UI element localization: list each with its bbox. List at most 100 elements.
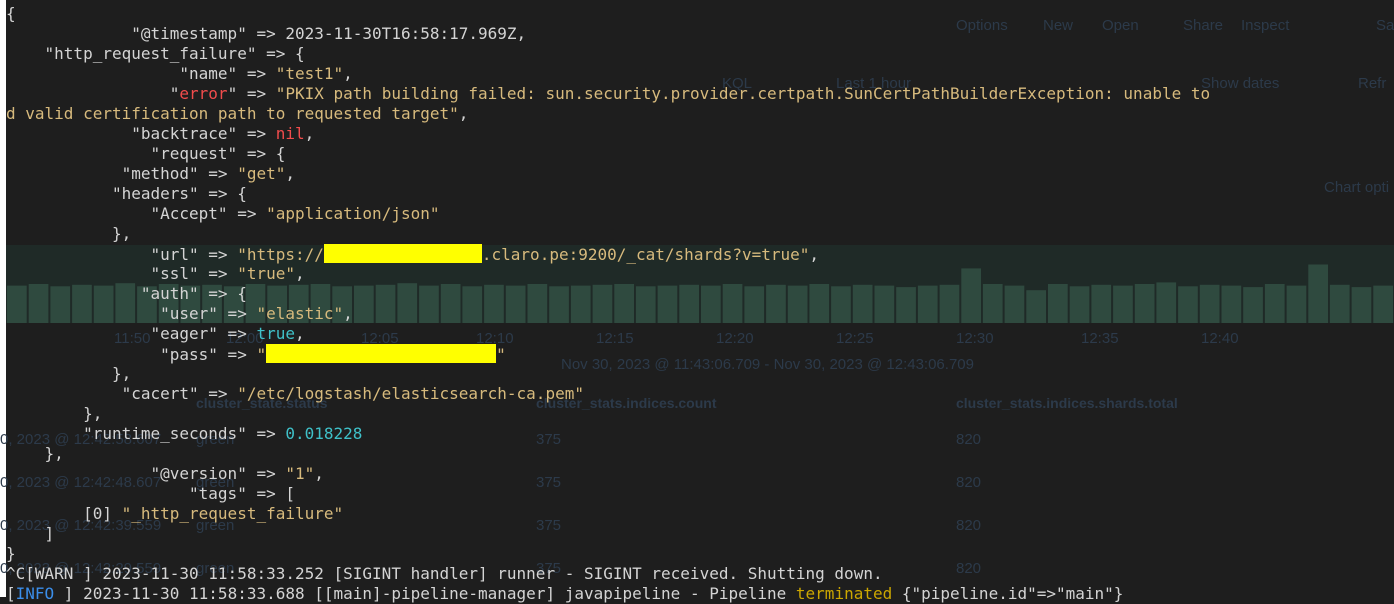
terminal-line: "error" => "PKIX path building failed: s… <box>6 84 1210 104</box>
histogram-bar <box>809 284 830 323</box>
terminal-text: "PKIX path building failed: sun.security… <box>275 84 1211 103</box>
redaction-box <box>266 344 497 363</box>
histogram-bar <box>570 285 591 323</box>
histogram-bar <box>982 284 1003 323</box>
terminal-text: "headers" => { <box>6 184 247 203</box>
terminal-text: ^C[WARN ] 2023-11-30 11:58:33.252 [SIGIN… <box>6 564 883 583</box>
terminal-text: "cacert" => <box>6 384 238 403</box>
terminal-text: , <box>294 324 305 343</box>
row-shards: 820 <box>956 431 982 448</box>
terminal-text: INFO <box>15 584 55 603</box>
time-tick: 12:30 <box>956 330 994 347</box>
histogram-bar <box>1069 286 1090 323</box>
terminal-text: "https:// <box>237 245 324 264</box>
terminal-text: , <box>343 304 353 323</box>
histogram-bar <box>1156 282 1177 323</box>
terminal-line: "ssl" => "true", <box>6 264 304 284</box>
terminal-text: { <box>6 4 16 23</box>
show-dates: Show dates <box>1201 75 1280 92</box>
terminal-text: "@version" => <box>6 464 286 483</box>
terminal-line: "cacert" => "/etc/logstash/elasticsearch… <box>6 384 584 404</box>
histogram-bar <box>419 285 439 323</box>
terminal-text: terminated <box>795 584 893 603</box>
terminal-text: }, <box>6 404 103 423</box>
terminal-text: "application/json" <box>266 204 440 223</box>
save-button: Sa <box>1376 17 1394 34</box>
terminal-line: ] <box>6 524 55 544</box>
terminal-line: "@version" => "1", <box>6 464 323 484</box>
terminal-text: }, <box>6 364 132 383</box>
terminal-text: "backtrace" => <box>6 124 276 143</box>
column-header: cluster_stats.indices.shards.total <box>956 395 1178 411</box>
terminal-line: "user" => "elastic", <box>6 304 353 324</box>
terminal-text: , <box>458 104 469 123</box>
terminal-text: true <box>256 324 295 343</box>
histogram-bar <box>1004 285 1025 323</box>
time-tick: 12:15 <box>596 330 634 347</box>
terminal-line: "pass" => " " <box>6 344 506 364</box>
histogram-bar <box>440 284 461 323</box>
terminal-line: d valid certification path to requested … <box>6 104 468 124</box>
terminal-text: , <box>809 245 820 264</box>
terminal-text: "tags" => [ <box>6 484 295 503</box>
terminal-text: "pass" => <box>6 345 257 364</box>
histogram-bar <box>1113 285 1133 323</box>
terminal-line: { <box>6 4 16 24</box>
histogram-bar <box>505 285 526 323</box>
histogram-bar <box>462 286 483 323</box>
histogram-bar <box>527 284 548 323</box>
histogram-bar <box>744 286 765 323</box>
histogram-bar <box>896 287 916 323</box>
terminal-line: }, <box>6 224 131 244</box>
terminal-line: "Accept" => "application/json" <box>6 204 439 224</box>
histogram-bar <box>484 284 504 323</box>
terminal-text: "Accept" => <box>6 204 267 223</box>
histogram-bar <box>354 285 374 323</box>
terminal-line: "method" => "get", <box>6 164 295 184</box>
histogram-bar <box>1221 285 1242 323</box>
terminal-line: "eager" => true, <box>6 324 305 344</box>
terminal-text: " <box>496 345 506 364</box>
terminal-text: }, <box>6 224 132 243</box>
row-count: 375 <box>536 474 562 491</box>
terminal-text: ] 2023-11-30 11:58:33.688 [[main]-pipeli… <box>54 584 796 603</box>
terminal-line: }, <box>6 404 102 424</box>
histogram-bar <box>1199 284 1220 323</box>
time-tick: 12:40 <box>1201 330 1239 347</box>
histogram-bar <box>679 284 699 323</box>
terminal-text: error <box>179 84 228 103</box>
terminal-text: "user" => <box>6 304 257 323</box>
terminal-text: [0] <box>6 504 122 523</box>
terminal-text: " => <box>227 84 276 103</box>
terminal-text: "http_request_failure" => { <box>6 44 305 63</box>
row-shards: 820 <box>956 517 982 534</box>
histogram-bar <box>766 284 786 323</box>
histogram-bar <box>375 284 396 323</box>
terminal-text: "1" <box>285 464 315 483</box>
terminal-text: "ssl" => <box>6 264 238 283</box>
terminal-line: "request" => { <box>6 144 285 164</box>
histogram-bar <box>397 283 418 323</box>
row-count: 375 <box>536 517 562 534</box>
terminal-text: "auth" => { <box>6 284 247 303</box>
refresh-button: Refr <box>1358 75 1387 92</box>
terminal-text: ] <box>6 524 55 543</box>
terminal-text: d valid certification path to requested … <box>6 104 459 123</box>
terminal-text: "_http_request_failure" <box>121 504 344 523</box>
histogram-bar <box>1134 284 1155 323</box>
terminal-line: "url" => "https:// .claro.pe:9200/_cat/sh… <box>6 244 819 264</box>
terminal-text: "eager" => <box>6 324 257 343</box>
terminal-text: .claro.pe:9200/_cat/shards?v=true" <box>481 245 810 264</box>
terminal-text: "request" => { <box>6 144 286 163</box>
chart-options: Chart opti <box>1324 179 1390 196</box>
terminal-text: }, <box>6 444 64 463</box>
histogram-bar <box>592 284 613 323</box>
header-link-options: Options <box>956 17 1008 34</box>
terminal-text: [ <box>6 584 16 603</box>
histogram-bar <box>939 284 960 323</box>
histogram-bar <box>1048 284 1068 323</box>
range-text: Nov 30, 2023 @ 11:43:06.709 - Nov 30, 20… <box>561 356 974 373</box>
terminal-text: , <box>285 164 295 183</box>
header-link-open: Open <box>1102 17 1139 34</box>
histogram-bar <box>1329 284 1350 323</box>
